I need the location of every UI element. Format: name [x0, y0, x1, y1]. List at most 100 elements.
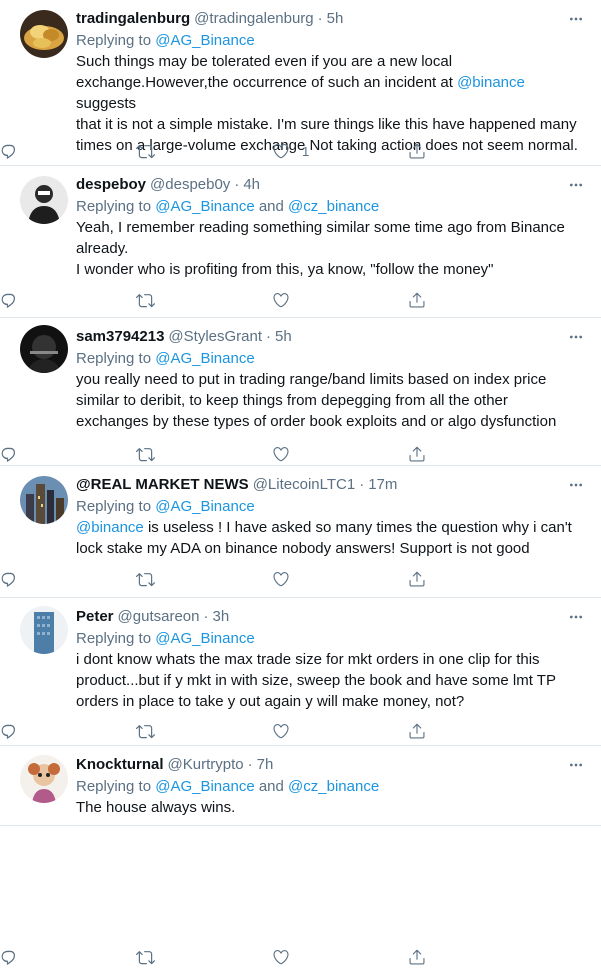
tweet-header: tradingalenburg @tradingalenburg · 5h: [76, 8, 587, 30]
mention-link[interactable]: @AG_Binance: [155, 498, 254, 515]
more-options-icon[interactable]: [565, 606, 587, 628]
reply-button[interactable]: [0, 289, 18, 311]
tweet-header: sam3794213 @StylesGrant · 5h: [76, 326, 587, 348]
display-name[interactable]: @REAL MARKET NEWS: [76, 474, 249, 496]
replying-to-label: Replying to: [76, 198, 156, 215]
replying-to: Replying to @AG_Binance: [76, 628, 587, 649]
avatar[interactable]: [20, 606, 68, 654]
user-handle[interactable]: @despeb0y: [150, 174, 230, 196]
tweet-time[interactable]: 4h: [243, 174, 260, 196]
like-button[interactable]: 1: [272, 140, 309, 162]
tweet-content: tradingalenburg @tradingalenburg · 5h Replyi…: [76, 8, 587, 156]
mention-link[interactable]: @AG_Binance: [155, 778, 254, 795]
mention-link[interactable]: @AG_Binance: [155, 198, 254, 215]
separator-dot: ·: [234, 176, 240, 193]
tweet[interactable]: tradingalenburg @tradingalenburg · 5h Replyi…: [0, 0, 601, 166]
share-button[interactable]: [408, 140, 426, 162]
more-options-icon[interactable]: [565, 326, 587, 348]
display-name[interactable]: sam3794213: [76, 326, 164, 348]
share-button[interactable]: [408, 289, 426, 311]
like-button[interactable]: [272, 443, 290, 465]
more-options-icon[interactable]: [565, 8, 587, 30]
mention-link[interactable]: @AG_Binance: [155, 630, 254, 647]
replying-to-label: Replying to: [76, 630, 156, 647]
reply-button[interactable]: [0, 568, 18, 590]
user-handle[interactable]: @tradingalenburg: [194, 8, 313, 30]
tweet-header: Peter @gutsareon · 3h: [76, 606, 587, 628]
retweet-button[interactable]: [136, 289, 155, 311]
user-handle[interactable]: @StylesGrant: [168, 326, 262, 348]
replying-to-label: Replying to: [76, 350, 156, 367]
tweet[interactable]: Peter @gutsareon · 3h Replying to @AG_Binanc…: [0, 598, 601, 746]
mention-link[interactable]: @binance: [457, 74, 525, 91]
tweet-content: Peter @gutsareon · 3h Replying to @AG_Binanc…: [76, 606, 587, 712]
tweet-header: despeboy @despeb0y · 4h: [76, 174, 587, 196]
more-options-icon[interactable]: [565, 474, 587, 496]
replying-to-label: Replying to: [76, 498, 156, 515]
share-button[interactable]: [408, 946, 426, 968]
user-handle[interactable]: @gutsareon: [118, 606, 200, 628]
more-options-icon[interactable]: [565, 754, 587, 776]
tweet-content: @REAL MARKET NEWS @LitecoinLTC1 · 17m Replyi…: [76, 474, 587, 559]
mention-link[interactable]: @AG_Binance: [155, 32, 254, 49]
tweet-text-segment: Yeah, I remember reading something simil…: [76, 219, 565, 278]
like-button[interactable]: [272, 946, 290, 968]
separator-dot: ·: [317, 10, 323, 27]
reply-button[interactable]: [0, 720, 18, 742]
tweet-time[interactable]: 17m: [368, 474, 397, 496]
share-button[interactable]: [408, 720, 426, 742]
reply-button[interactable]: [0, 443, 18, 465]
tweet[interactable]: Knockturnal @Kurtrypto · 7h Replying to @AG_…: [0, 746, 601, 965]
tweet[interactable]: @REAL MARKET NEWS @LitecoinLTC1 · 17m Replyi…: [0, 466, 601, 598]
avatar[interactable]: [20, 325, 68, 373]
user-handle[interactable]: @LitecoinLTC1: [253, 474, 356, 496]
tweet-actions: [0, 720, 601, 742]
display-name[interactable]: tradingalenburg: [76, 8, 190, 30]
tweet-time[interactable]: 5h: [275, 326, 292, 348]
avatar[interactable]: [20, 755, 68, 803]
replying-to: Replying to @AG_Binance: [76, 348, 587, 369]
tweet-text-segment: is useless ! I have asked so many times …: [76, 519, 572, 557]
share-button[interactable]: [408, 568, 426, 590]
more-options-icon[interactable]: [565, 174, 587, 196]
tweet-actions: [0, 443, 601, 465]
avatar[interactable]: [20, 476, 68, 524]
replying-to: Replying to @AG_Binance and @cz_binance: [76, 196, 587, 217]
separator-dot: ·: [203, 608, 209, 625]
share-button[interactable]: [408, 443, 426, 465]
replying-to: Replying to @AG_Binance: [76, 30, 587, 51]
tweet-header: Knockturnal @Kurtrypto · 7h: [76, 754, 587, 776]
reply-button[interactable]: [0, 946, 18, 968]
tweet[interactable]: sam3794213 @StylesGrant · 5h Replying to @AG…: [0, 318, 601, 466]
tweet-actions: [0, 568, 601, 590]
mention-link[interactable]: @AG_Binance: [155, 350, 254, 367]
separator-dot: ·: [359, 476, 365, 493]
tweet[interactable]: despeboy @despeb0y · 4h Replying to @AG_Bina…: [0, 166, 601, 318]
display-name[interactable]: Knockturnal: [76, 754, 164, 776]
avatar[interactable]: [20, 10, 68, 58]
like-button[interactable]: [272, 720, 290, 742]
like-button[interactable]: [272, 289, 290, 311]
tweet-time[interactable]: 3h: [212, 606, 229, 628]
mention-link[interactable]: @cz_binance: [288, 778, 379, 795]
retweet-button[interactable]: [136, 946, 155, 968]
tweet-content: Knockturnal @Kurtrypto · 7h Replying to @AG_…: [76, 754, 587, 818]
user-handle[interactable]: @Kurtrypto: [168, 754, 244, 776]
like-button[interactable]: [272, 568, 290, 590]
retweet-button[interactable]: [136, 720, 155, 742]
display-name[interactable]: Peter: [76, 606, 114, 628]
replying-to-label: Replying to: [76, 32, 156, 49]
retweet-button[interactable]: [136, 140, 155, 162]
tweet-time[interactable]: 5h: [327, 8, 344, 30]
avatar[interactable]: [20, 176, 68, 224]
tweet-text-segment: i dont know whats the max trade size for…: [76, 651, 556, 710]
tweet-header: @REAL MARKET NEWS @LitecoinLTC1 · 17m: [76, 474, 587, 496]
retweet-button[interactable]: [136, 568, 155, 590]
retweet-button[interactable]: [136, 443, 155, 465]
reply-button[interactable]: [0, 140, 18, 162]
mention-link[interactable]: @cz_binance: [288, 198, 379, 215]
like-count: 1: [302, 143, 310, 159]
display-name[interactable]: despeboy: [76, 174, 146, 196]
mention-link[interactable]: @binance: [76, 519, 144, 536]
tweet-time[interactable]: 7h: [257, 754, 274, 776]
